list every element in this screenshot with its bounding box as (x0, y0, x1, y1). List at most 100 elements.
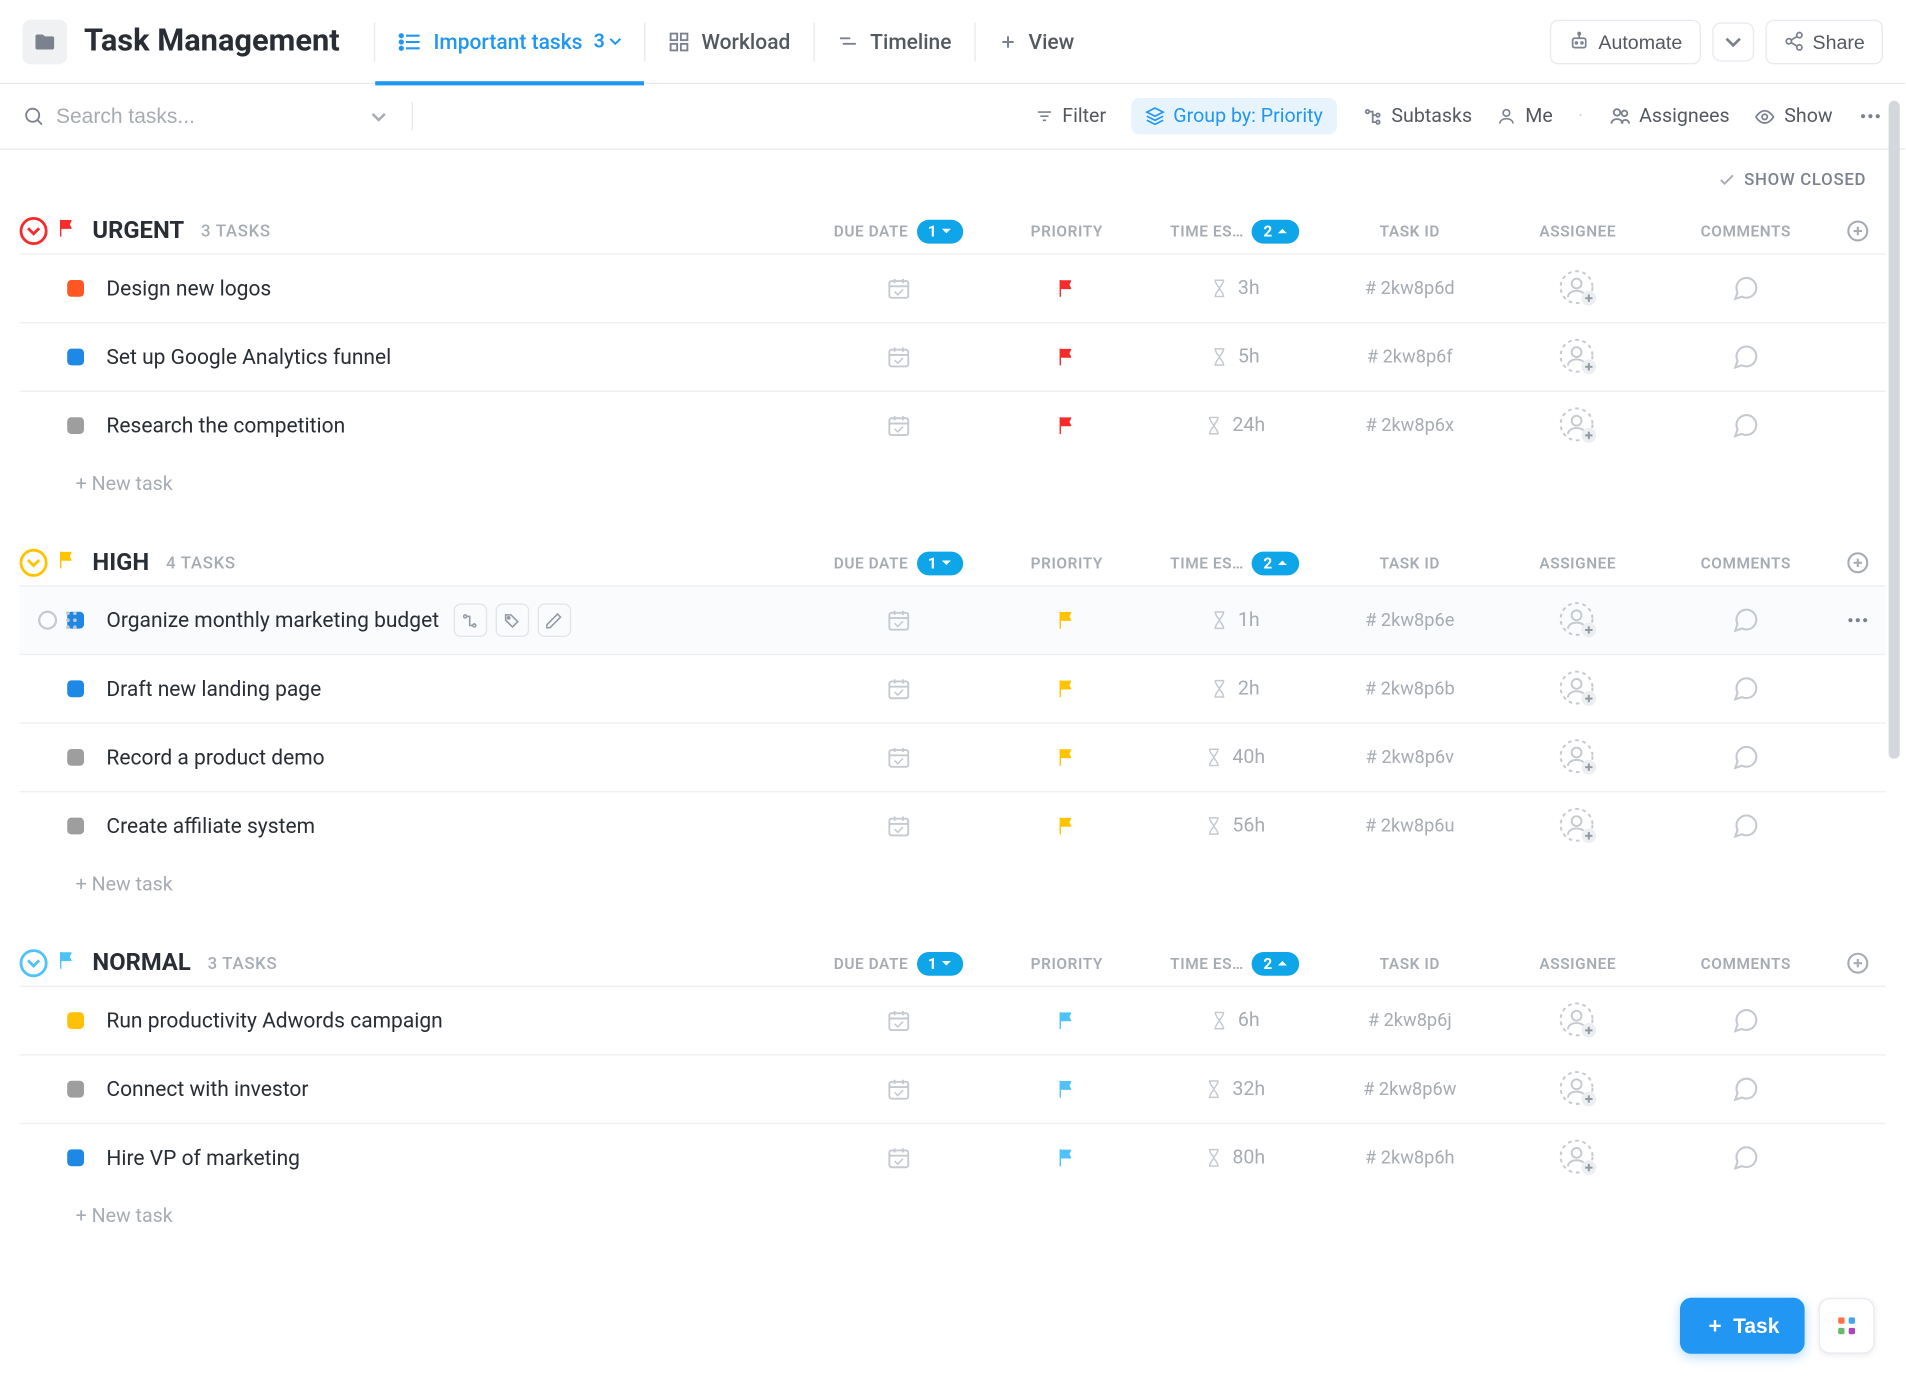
task-row[interactable]: Create affiliate system 56h# 2kw8p6u (20, 791, 1886, 860)
cell-comments[interactable] (1662, 1007, 1830, 1035)
assignees-button[interactable]: Assignees (1608, 105, 1729, 127)
scrollbar[interactable] (1889, 84, 1903, 812)
col-task-id[interactable]: TASK ID (1326, 954, 1494, 972)
task-title[interactable]: Record a product demo (106, 745, 324, 770)
cell-time-est[interactable]: 3h (1144, 277, 1326, 299)
cell-priority[interactable] (990, 277, 1144, 299)
cell-task-id[interactable]: # 2kw8p6h (1326, 1147, 1494, 1168)
page-title[interactable]: Task Management (84, 24, 340, 59)
cell-task-id[interactable]: # 2kw8p6e (1326, 610, 1494, 631)
cell-time-est[interactable]: 1h (1144, 609, 1326, 631)
cell-comments[interactable] (1662, 1075, 1830, 1103)
cell-comments[interactable] (1662, 606, 1830, 634)
new-task-button[interactable]: + New task (20, 860, 1886, 902)
sort-badge[interactable]: 2 (1252, 951, 1299, 975)
cell-time-est[interactable]: 2h (1144, 678, 1326, 700)
folder-icon[interactable] (22, 19, 67, 64)
collapse-toggle[interactable] (20, 549, 48, 577)
cell-due[interactable] (808, 1077, 990, 1102)
col-assignee[interactable]: ASSIGNEE (1494, 222, 1662, 240)
cell-comments[interactable] (1662, 343, 1830, 371)
cell-priority[interactable] (990, 746, 1144, 768)
cell-task-id[interactable]: # 2kw8p6w (1326, 1079, 1494, 1100)
cell-priority[interactable] (990, 414, 1144, 436)
filter-button[interactable]: Filter (1034, 105, 1106, 127)
sort-badge[interactable]: 2 (1252, 551, 1299, 575)
task-row[interactable]: Organize monthly marketing budget 1h# 2kw… (20, 585, 1886, 654)
task-title[interactable]: Create affiliate system (106, 813, 315, 838)
cell-time-est[interactable]: 56h (1144, 815, 1326, 837)
add-column[interactable] (1830, 218, 1886, 243)
task-title[interactable]: Design new logos (106, 276, 271, 301)
cell-priority[interactable] (990, 815, 1144, 837)
status-square[interactable] (67, 818, 84, 835)
col-comments[interactable]: COMMENTS (1662, 554, 1830, 572)
share-button[interactable]: Share (1765, 19, 1883, 64)
col-due[interactable]: DUE DATE 1 (808, 219, 990, 243)
cell-due[interactable] (808, 608, 990, 633)
task-title[interactable]: Draft new landing page (106, 676, 321, 701)
add-column[interactable] (1830, 550, 1886, 575)
task-title[interactable]: Run productivity Adwords campaign (106, 1008, 442, 1033)
group-by-button[interactable]: Group by: Priority (1131, 98, 1336, 134)
task-title[interactable]: Connect with investor (106, 1077, 308, 1102)
cell-task-id[interactable]: # 2kw8p6v (1326, 747, 1494, 768)
me-button[interactable]: Me (1497, 105, 1553, 127)
task-title[interactable]: Hire VP of marketing (106, 1145, 300, 1170)
add-column[interactable] (1830, 951, 1886, 976)
task-title[interactable]: Set up Google Analytics funnel (106, 344, 391, 369)
tag-action[interactable] (495, 603, 529, 637)
task-title[interactable]: Research the competition (106, 413, 345, 438)
cell-task-id[interactable]: # 2kw8p6u (1326, 816, 1494, 837)
task-row[interactable]: Research the competition 24h# 2kw8p6x (20, 391, 1886, 460)
col-comments[interactable]: COMMENTS (1662, 222, 1830, 240)
view-tab-timeline[interactable]: Timeline (814, 0, 974, 83)
show-button[interactable]: Show (1755, 105, 1833, 127)
cell-priority[interactable] (990, 609, 1144, 631)
cell-assignee[interactable] (1494, 738, 1662, 777)
task-row[interactable]: Design new logos3h# 2kw8p6d (20, 253, 1886, 322)
task-row[interactable]: Record a product demo 40h# 2kw8p6v (20, 722, 1886, 791)
sort-badge[interactable]: 1 (917, 551, 964, 575)
cell-task-id[interactable]: # 2kw8p6b (1326, 678, 1494, 699)
task-row[interactable]: Run productivity Adwords campaign6h# 2kw… (20, 986, 1886, 1055)
col-priority[interactable]: PRIORITY (990, 954, 1144, 972)
status-square[interactable] (67, 1012, 84, 1029)
cell-comments[interactable] (1662, 675, 1830, 703)
col-assignee[interactable]: ASSIGNEE (1494, 554, 1662, 572)
cell-due[interactable] (808, 676, 990, 701)
cell-time-est[interactable]: 24h (1144, 414, 1326, 436)
task-row[interactable]: Draft new landing page 2h# 2kw8p6b (20, 654, 1886, 723)
cell-time-est[interactable]: 32h (1144, 1078, 1326, 1100)
cell-due[interactable] (808, 813, 990, 838)
cell-due[interactable] (808, 1145, 990, 1170)
col-time-est[interactable]: TIME ES… 2 (1144, 551, 1326, 575)
cell-assignee[interactable] (1494, 1001, 1662, 1040)
cell-time-est[interactable]: 5h (1144, 346, 1326, 368)
collapse-toggle[interactable] (20, 217, 48, 245)
status-square[interactable] (67, 417, 84, 434)
cell-due[interactable] (808, 344, 990, 369)
cell-time-est[interactable]: 40h (1144, 746, 1326, 768)
automate-dropdown[interactable] (1712, 22, 1754, 61)
cell-comments[interactable] (1662, 274, 1830, 302)
more-menu[interactable] (1858, 104, 1883, 129)
cell-due[interactable] (808, 1008, 990, 1033)
cell-priority[interactable] (990, 1078, 1144, 1100)
cell-assignee[interactable] (1494, 269, 1662, 308)
cell-due[interactable] (808, 276, 990, 301)
cell-assignee[interactable] (1494, 406, 1662, 445)
status-square[interactable] (67, 1081, 84, 1098)
col-priority[interactable]: PRIORITY (990, 222, 1144, 240)
cell-task-id[interactable]: # 2kw8p6x (1326, 415, 1494, 436)
view-tab-workload[interactable]: Workload (645, 0, 812, 83)
cell-assignee[interactable] (1494, 601, 1662, 640)
collapse-toggle[interactable] (20, 949, 48, 977)
drag-handle-icon[interactable] (64, 610, 78, 630)
cell-comments[interactable] (1662, 743, 1830, 771)
status-square[interactable] (67, 749, 84, 766)
sort-badge[interactable]: 1 (917, 219, 964, 243)
search-input[interactable] (56, 104, 294, 128)
subtasks-button[interactable]: Subtasks (1362, 105, 1472, 127)
task-title[interactable]: Organize monthly marketing budget (106, 608, 439, 633)
